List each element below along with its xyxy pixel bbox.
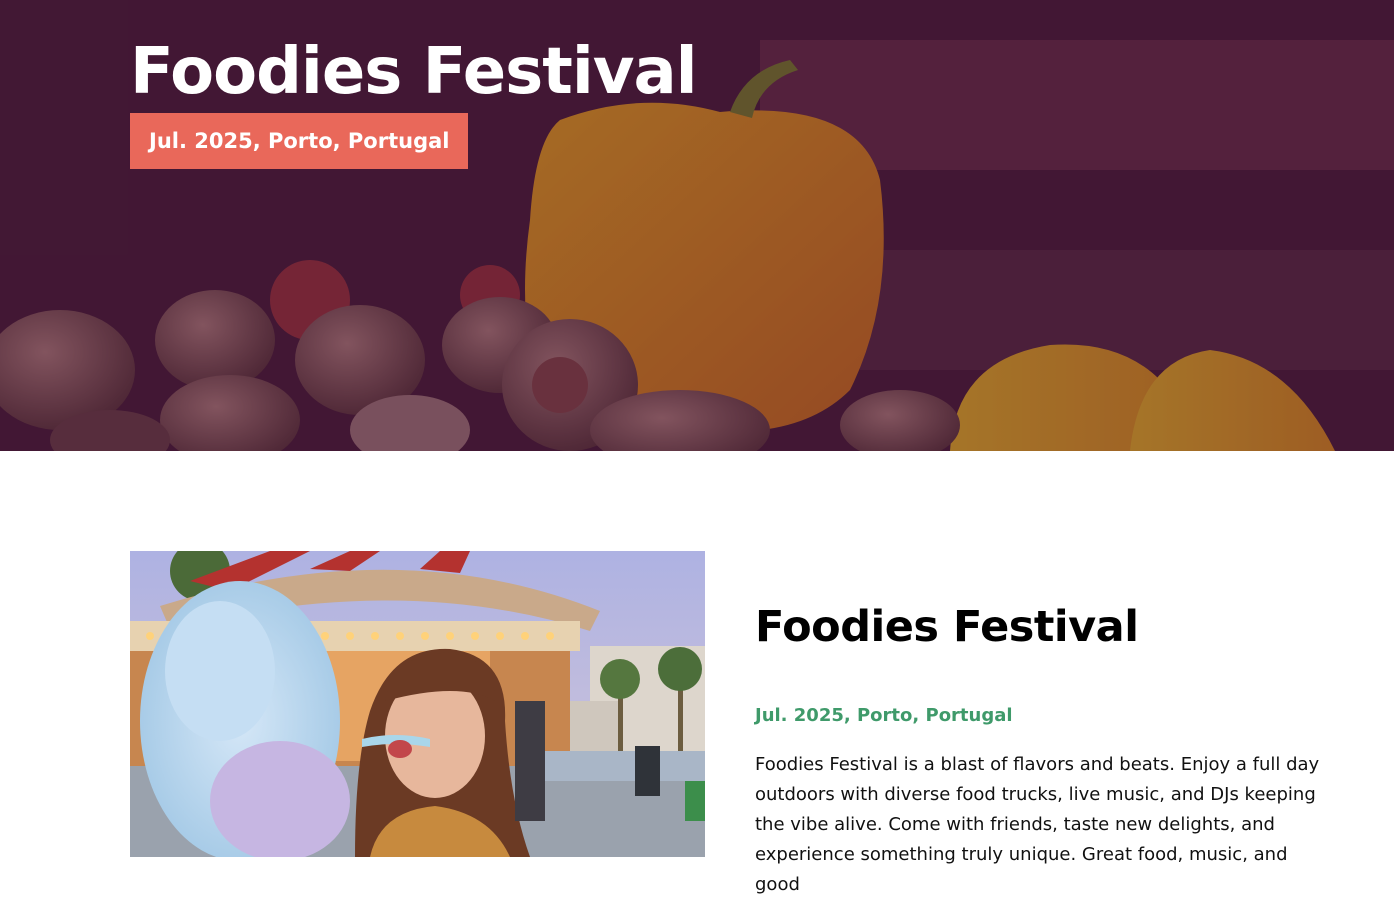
- hero-date-location-badge: Jul. 2025, Porto, Portugal: [130, 113, 469, 169]
- event-photo: [130, 551, 705, 857]
- hero-title: Foodies Festival: [130, 35, 698, 109]
- hero-banner: Foodies Festival Jul. 2025, Porto, Portu…: [0, 0, 1394, 451]
- event-date-location: Jul. 2025, Porto, Portugal: [755, 705, 1013, 726]
- event-info: Foodies Festival Jul. 2025, Porto, Portu…: [755, 598, 1335, 900]
- event-title: Foodies Festival: [755, 602, 1139, 652]
- event-description: Foodies Festival is a blast of flavors a…: [755, 754, 1320, 895]
